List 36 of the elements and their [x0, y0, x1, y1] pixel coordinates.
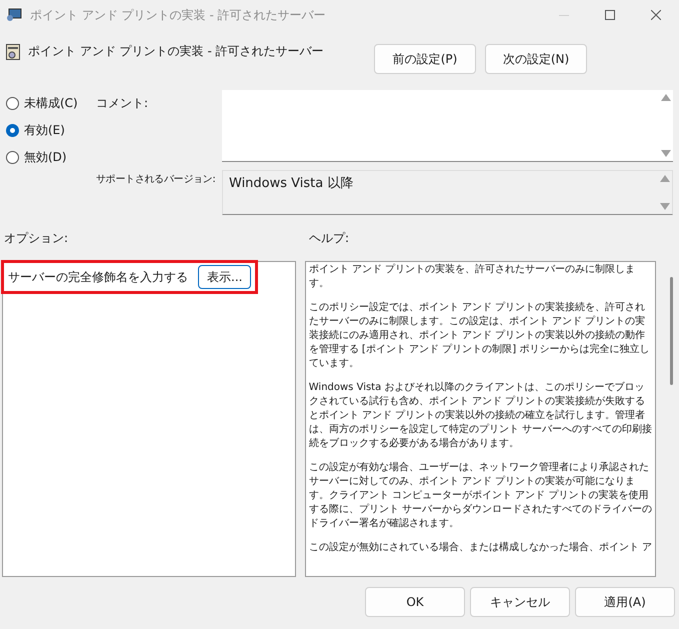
help-paragraph: ポイント アンド プリントの実装を、許可されたサーバーのみに制限します。: [308, 263, 636, 291]
computer-icon: [6, 8, 22, 22]
dialog-button[interactable]: キャンセル: [470, 587, 570, 617]
radio-label: 有効(E): [24, 122, 65, 139]
radio-button[interactable]: [6, 124, 19, 136]
help-paragraph: このポリシー設定では、ポイント アンド プリントの実装接続を、許可されたサーバーのみに制限します。この設定は、ポイント アンド プリントの実装接続にのみ適用され、ポイント アンド プリントの実装以外の接続の動作を管理する [ポイント アンド プリントの制限] ポリシーからは完全に独立しています。: [308, 301, 650, 371]
nav-button[interactable]: 前の設定(P): [374, 44, 476, 74]
supported-value: Windows Vista 以降: [228, 175, 354, 193]
dialog-button[interactable]: OK: [365, 587, 465, 617]
scrollbar-thumb[interactable]: [670, 277, 673, 385]
comment-field[interactable]: [222, 90, 673, 162]
options-heading: オプション:: [4, 230, 70, 247]
policy-icon: [6, 44, 20, 60]
help-paragraph: この設定が有効な場合、ユーザーは、ネットワーク管理者により承認されたサーバーに対してのみ、ポイント アンド プリントの実装が可能になります。クライアント コンピューターがポイント アンド プリントの実装を使用する際に、プリント サーバーからダウンロードされたすべてのドライバーのドライバー署名が確認されます。: [308, 461, 652, 531]
radio-label: 無効(D): [24, 149, 67, 166]
help-heading: ヘルプ:: [309, 230, 350, 247]
radio-label: 未構成(C): [24, 95, 78, 112]
show-button[interactable]: 表示...: [198, 265, 252, 289]
radio-button[interactable]: [6, 150, 19, 164]
minimize-icon: [559, 14, 569, 16]
dialog-button[interactable]: 適用(A): [575, 587, 675, 617]
radio-button[interactable]: [6, 96, 19, 110]
help-paragraph: この設定が無効にされている場合、または構成しなかった場合、ポイント ア: [308, 541, 652, 555]
help-paragraph: Windows Vista およびそれ以降のクライアントは、このポリシーでブロックされている試行も含め、ポイント アンド プリントの実装接続が失敗するとポイント アンド プリントの実装以外の接続の確立を試行します。管理者は、両方のポリシーを設定して特定のプリント サーバーへのすべての印刷接続をブロックする必要がある場合があります。: [308, 381, 652, 451]
scroll-down-icon[interactable]: [660, 203, 670, 210]
nav-button[interactable]: 次の設定(N): [485, 44, 587, 74]
scroll-down-icon[interactable]: [661, 150, 671, 157]
supported-label: サポートされるバージョン:: [96, 173, 216, 187]
window-title: ポイント アンド プリントの実装 - 許可されたサーバー: [30, 7, 326, 24]
option-label: サーバーの完全修飾名を入力する: [8, 269, 188, 286]
policy-title: ポイント アンド プリントの実装 - 許可されたサーバー: [28, 43, 324, 60]
scroll-up-icon[interactable]: [661, 94, 671, 101]
comment-label: コメント:: [96, 95, 150, 112]
maximize-icon: [605, 10, 615, 20]
close-icon: [651, 10, 661, 20]
scroll-up-icon[interactable]: [660, 175, 670, 182]
